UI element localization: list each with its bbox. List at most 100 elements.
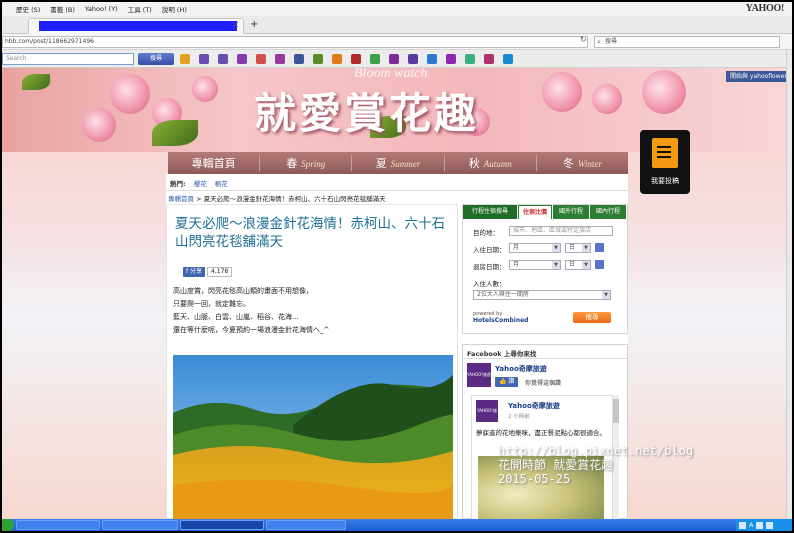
article-paragraph: 還在等什麼呢，今夏預約一場浪漫金針花海情へ_^: [173, 326, 330, 334]
taskbar-item[interactable]: [266, 520, 346, 530]
toolbar-search-input[interactable]: Search: [2, 53, 134, 65]
taskbar-item[interactable]: [16, 520, 100, 530]
addon-icon[interactable]: [465, 54, 475, 64]
taskbar-item-active[interactable]: [180, 520, 264, 530]
watermark-title: 花開時節 就愛賞花趣: [498, 458, 614, 472]
toolbar-search-button[interactable]: 搜尋: [138, 53, 174, 65]
breadcrumb-home[interactable]: 專輯首頁: [168, 195, 194, 203]
reload-icon[interactable]: ↻: [580, 35, 587, 44]
nav-summer[interactable]: 夏 Summer: [352, 155, 445, 171]
month-value: 月: [513, 261, 520, 268]
like-label: 讚: [508, 378, 515, 385]
share-count: 4,178: [207, 267, 233, 277]
menu-yahoo[interactable]: Yahoo! (Y): [85, 5, 118, 13]
calendar-icon[interactable]: [595, 260, 604, 269]
nav-spring[interactable]: 春 Spring: [260, 155, 353, 171]
nav-label-en: Spring: [301, 159, 326, 169]
hotel-search-widget: 行程住宿搜尋 住宿比價 國外行程 國內行程 目的地： 城市、地區、區域或特定旅店…: [462, 204, 628, 334]
hotel-search-button[interactable]: 搜尋: [573, 312, 611, 323]
browser-search-placeholder: 搜尋: [605, 38, 618, 45]
addon-icon[interactable]: [446, 54, 456, 64]
addon-icon[interactable]: [351, 54, 361, 64]
page-scrollbar[interactable]: [786, 50, 792, 520]
facebook-scroll-thumb[interactable]: [613, 399, 619, 423]
post-author[interactable]: Yahoo奇摩旅遊: [508, 401, 560, 411]
volume-icon[interactable]: [766, 521, 774, 529]
submit-post-button[interactable]: 我要投稿: [640, 130, 690, 194]
addon-icon[interactable]: [370, 54, 380, 64]
addon-icon[interactable]: [408, 54, 418, 64]
checkin-day-select[interactable]: 日 ▼: [565, 243, 591, 253]
nav-label: 專輯首頁: [191, 157, 236, 170]
search-icon: ⌕: [597, 38, 601, 46]
addon-icon[interactable]: [275, 54, 285, 64]
menu-history[interactable]: 歷史 (S): [16, 4, 40, 14]
browser-search-input[interactable]: ⌕ 搜尋: [594, 36, 780, 48]
new-tab-button[interactable]: +: [250, 19, 258, 30]
hot-link-sakura[interactable]: 櫻花: [194, 180, 207, 188]
checkout-label: 退房日期：: [473, 263, 506, 271]
watermark-date: 2015-05-25: [498, 472, 571, 486]
checkout-day-select[interactable]: 日 ▼: [565, 260, 591, 270]
tab-domestic-tours[interactable]: 國內行程: [590, 205, 626, 219]
nav-autumn[interactable]: 秋 Autumn: [445, 155, 537, 171]
addon-icon[interactable]: [180, 54, 190, 64]
post-text: 夢寐遙的花地樂咪，盡正餐泥點心都很適合。: [476, 429, 606, 437]
menu-bookmarks[interactable]: 書籤 (B): [50, 4, 75, 14]
addon-icon[interactable]: [218, 54, 228, 64]
ime-indicator[interactable]: A: [749, 521, 753, 529]
guests-select[interactable]: 2位大人與住一間房 ▼: [473, 290, 611, 300]
dropdown-arrow-icon: ▼: [552, 244, 560, 252]
tab-close-icon[interactable]: ×: [232, 20, 239, 29]
network-icon[interactable]: [756, 521, 764, 529]
addon-icon[interactable]: [332, 54, 342, 64]
start-button[interactable]: [2, 519, 14, 531]
addon-icon[interactable]: [484, 54, 494, 64]
dropdown-arrow-icon: ▼: [582, 261, 590, 269]
calendar-icon[interactable]: [595, 243, 604, 252]
destination-input[interactable]: 城市、地區、區域或特定旅店: [509, 226, 613, 236]
address-bar[interactable]: hbb.com/post/118662971496: [2, 36, 588, 48]
facebook-login-widget[interactable]: 開始與 yahooflowerto: [726, 71, 786, 82]
nav-winter[interactable]: 冬 Winter: [537, 155, 628, 171]
nav-label-en: Summer: [390, 159, 421, 169]
blossom-decoration: [542, 72, 582, 112]
share-label: 分享: [190, 268, 203, 275]
page-name[interactable]: Yahoo奇摩旅遊: [495, 364, 547, 374]
addon-icon[interactable]: [199, 54, 209, 64]
hot-link-tung[interactable]: 桐花: [215, 180, 228, 188]
checkin-month-select[interactable]: 月 ▼: [509, 243, 561, 253]
facebook-share: f 分享 4,178: [183, 267, 233, 277]
facebook-icon[interactable]: [294, 54, 304, 64]
blog-watermark: http://blog.pixnet.net/blog 花開時節 就愛賞花趣 2…: [498, 444, 693, 486]
menu-tools[interactable]: 工具 (T): [128, 4, 152, 14]
addon-icon[interactable]: [427, 54, 437, 64]
browser-tab-active[interactable]: ×: [28, 18, 244, 34]
tab-hotel-compare[interactable]: 住宿比價: [518, 205, 552, 219]
tab-overseas-tours[interactable]: 國外行程: [553, 205, 589, 219]
keyboard-icon[interactable]: [739, 521, 746, 529]
tab-itinerary-search[interactable]: 行程住宿搜尋: [463, 205, 517, 219]
destination-label: 目的地：: [473, 229, 499, 237]
menu-help[interactable]: 說明 (H): [162, 4, 187, 14]
facebook-box-title: Facebook 上尋你來找: [467, 350, 537, 358]
post-avatar[interactable]: YAHOO!旅遊: [476, 400, 498, 435]
blossom-decoration: [192, 76, 218, 102]
nav-home[interactable]: 專輯首頁: [168, 155, 261, 171]
os-taskbar: A: [2, 519, 792, 531]
article-body: 高山度賞，閃亮花毯高山類的畫面不用想像， 只要爬一回，就定難忘。 藍天、山脈、白…: [173, 285, 453, 337]
like-button[interactable]: 👍 讚: [495, 377, 519, 387]
like-text: 你覺得這個讚: [525, 380, 562, 387]
addon-icon[interactable]: [389, 54, 399, 64]
checkout-month-select[interactable]: 月 ▼: [509, 260, 561, 270]
taskbar-item[interactable]: [102, 520, 178, 530]
addon-icon[interactable]: [313, 54, 323, 64]
addon-icon[interactable]: [256, 54, 266, 64]
addon-icon[interactable]: [503, 54, 513, 64]
nav-label-en: Autumn: [483, 159, 512, 169]
facebook-share-button[interactable]: f 分享: [183, 267, 206, 277]
article-title: 夏天必爬～浪漫金針花海情！赤柯山、六十石山閃亮花毯舖滿天: [175, 216, 445, 250]
facebook-page-box: Facebook 上尋你來找 YAHOO!旅遊 Yahoo奇摩旅遊 👍 讚 你覺…: [462, 344, 628, 519]
mail-icon[interactable]: [237, 54, 247, 64]
page-avatar[interactable]: YAHOO!旅遊: [467, 363, 491, 387]
